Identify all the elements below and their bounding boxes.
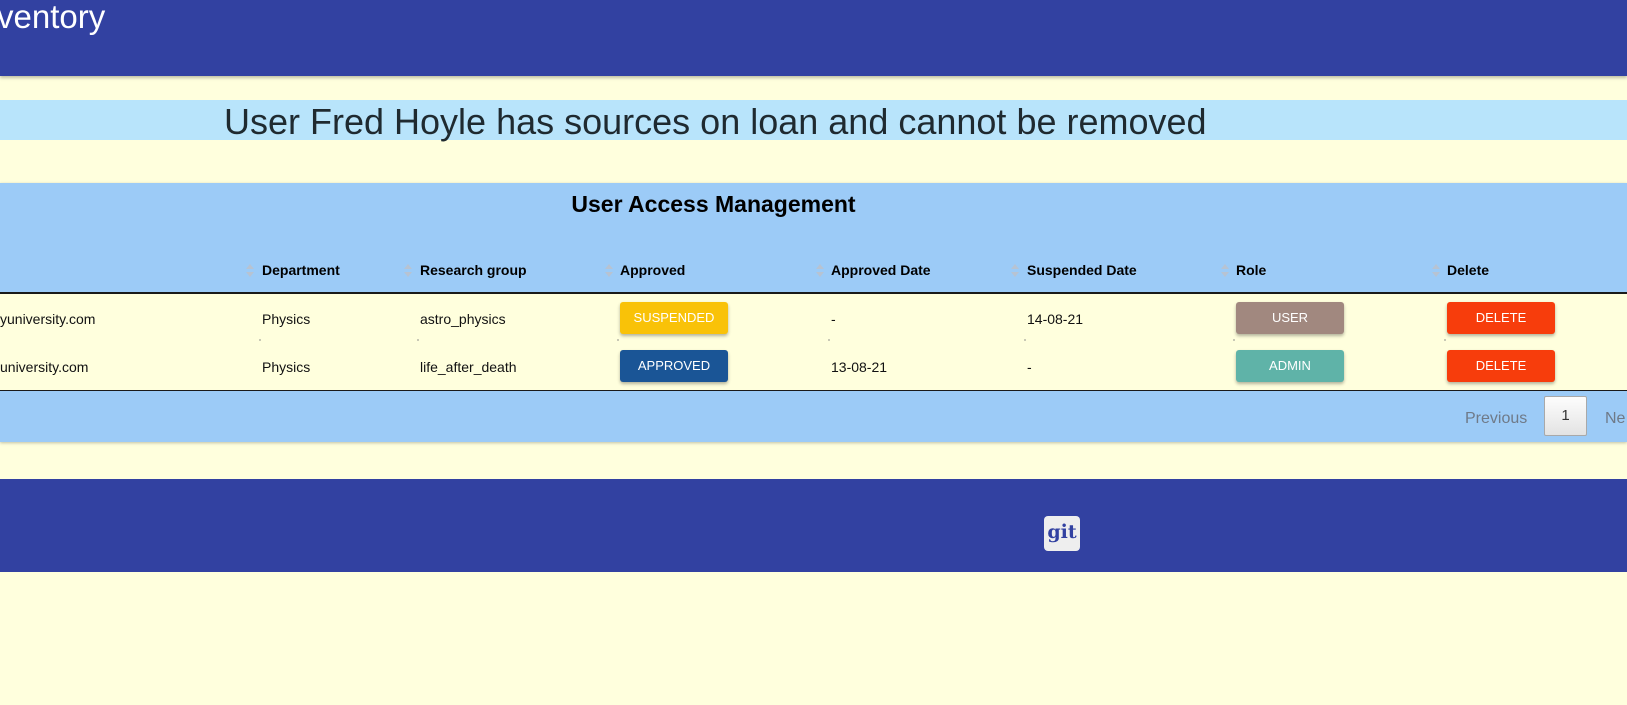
cell-email: university.com (0, 359, 89, 375)
column-header-suspended-date[interactable]: Suspended Date (1027, 262, 1137, 278)
table-bottom-divider (0, 390, 1627, 391)
footer: git (0, 479, 1627, 572)
cell-separator (828, 339, 830, 341)
cell-separator (259, 339, 261, 341)
column-header-role[interactable]: Role (1236, 262, 1266, 278)
cell-email: yuniversity.com (0, 311, 96, 327)
delete-button[interactable]: DELETE (1447, 302, 1555, 334)
cell-department: Physics (262, 311, 311, 327)
table-title: User Access Management (571, 191, 856, 217)
table-body: yuniversity.com Physics astro_physics SU… (0, 294, 1627, 390)
delete-button[interactable]: DELETE (1447, 350, 1555, 382)
column-header-department[interactable]: Department (262, 262, 340, 278)
top-navbar: ventory (0, 0, 1627, 76)
cell-approved-date: - (831, 311, 836, 327)
app-brand[interactable]: ventory (0, 0, 105, 36)
alert-banner: User Fred Hoyle has sources on loan and … (0, 100, 1627, 142)
suspended-button[interactable]: SUSPENDED (620, 302, 728, 334)
sort-icon[interactable] (404, 264, 412, 278)
role-user-button[interactable]: USER (1236, 302, 1344, 334)
pagination-page-1[interactable]: 1 (1544, 396, 1587, 436)
user-access-panel: User Access Management Department Resear… (0, 183, 1627, 442)
alert-message: User Fred Hoyle has sources on loan and … (224, 101, 1207, 142)
cell-suspended-date: - (1027, 359, 1032, 375)
sort-icon[interactable] (605, 264, 613, 278)
cell-research-group: astro_physics (420, 311, 506, 327)
pagination-previous[interactable]: Previous (1465, 410, 1527, 428)
cell-separator (1444, 339, 1446, 341)
cell-separator (617, 339, 619, 341)
cell-suspended-date: 14-08-21 (1027, 311, 1084, 327)
sort-icon[interactable] (246, 264, 254, 278)
cell-separator (1024, 339, 1026, 341)
column-header-delete[interactable]: Delete (1447, 262, 1489, 278)
cell-separator (417, 339, 419, 341)
cell-separator (1233, 339, 1235, 341)
column-header-research-group[interactable]: Research group (420, 262, 527, 278)
pagination-next[interactable]: Ne (1605, 410, 1625, 428)
cell-department: Physics (262, 359, 311, 375)
git-icon[interactable]: git (1044, 516, 1080, 551)
column-header-approved-date[interactable]: Approved Date (831, 262, 931, 278)
sort-icon[interactable] (1221, 264, 1229, 278)
column-header-approved[interactable]: Approved (620, 262, 685, 278)
sort-icon[interactable] (816, 264, 824, 278)
sort-icon[interactable] (1432, 264, 1440, 278)
approved-button[interactable]: APPROVED (620, 350, 728, 382)
cell-research-group: life_after_death (420, 359, 517, 375)
sort-icon[interactable] (1011, 264, 1019, 278)
cell-approved-date: 13-08-21 (831, 359, 888, 375)
role-admin-button[interactable]: ADMIN (1236, 350, 1344, 382)
